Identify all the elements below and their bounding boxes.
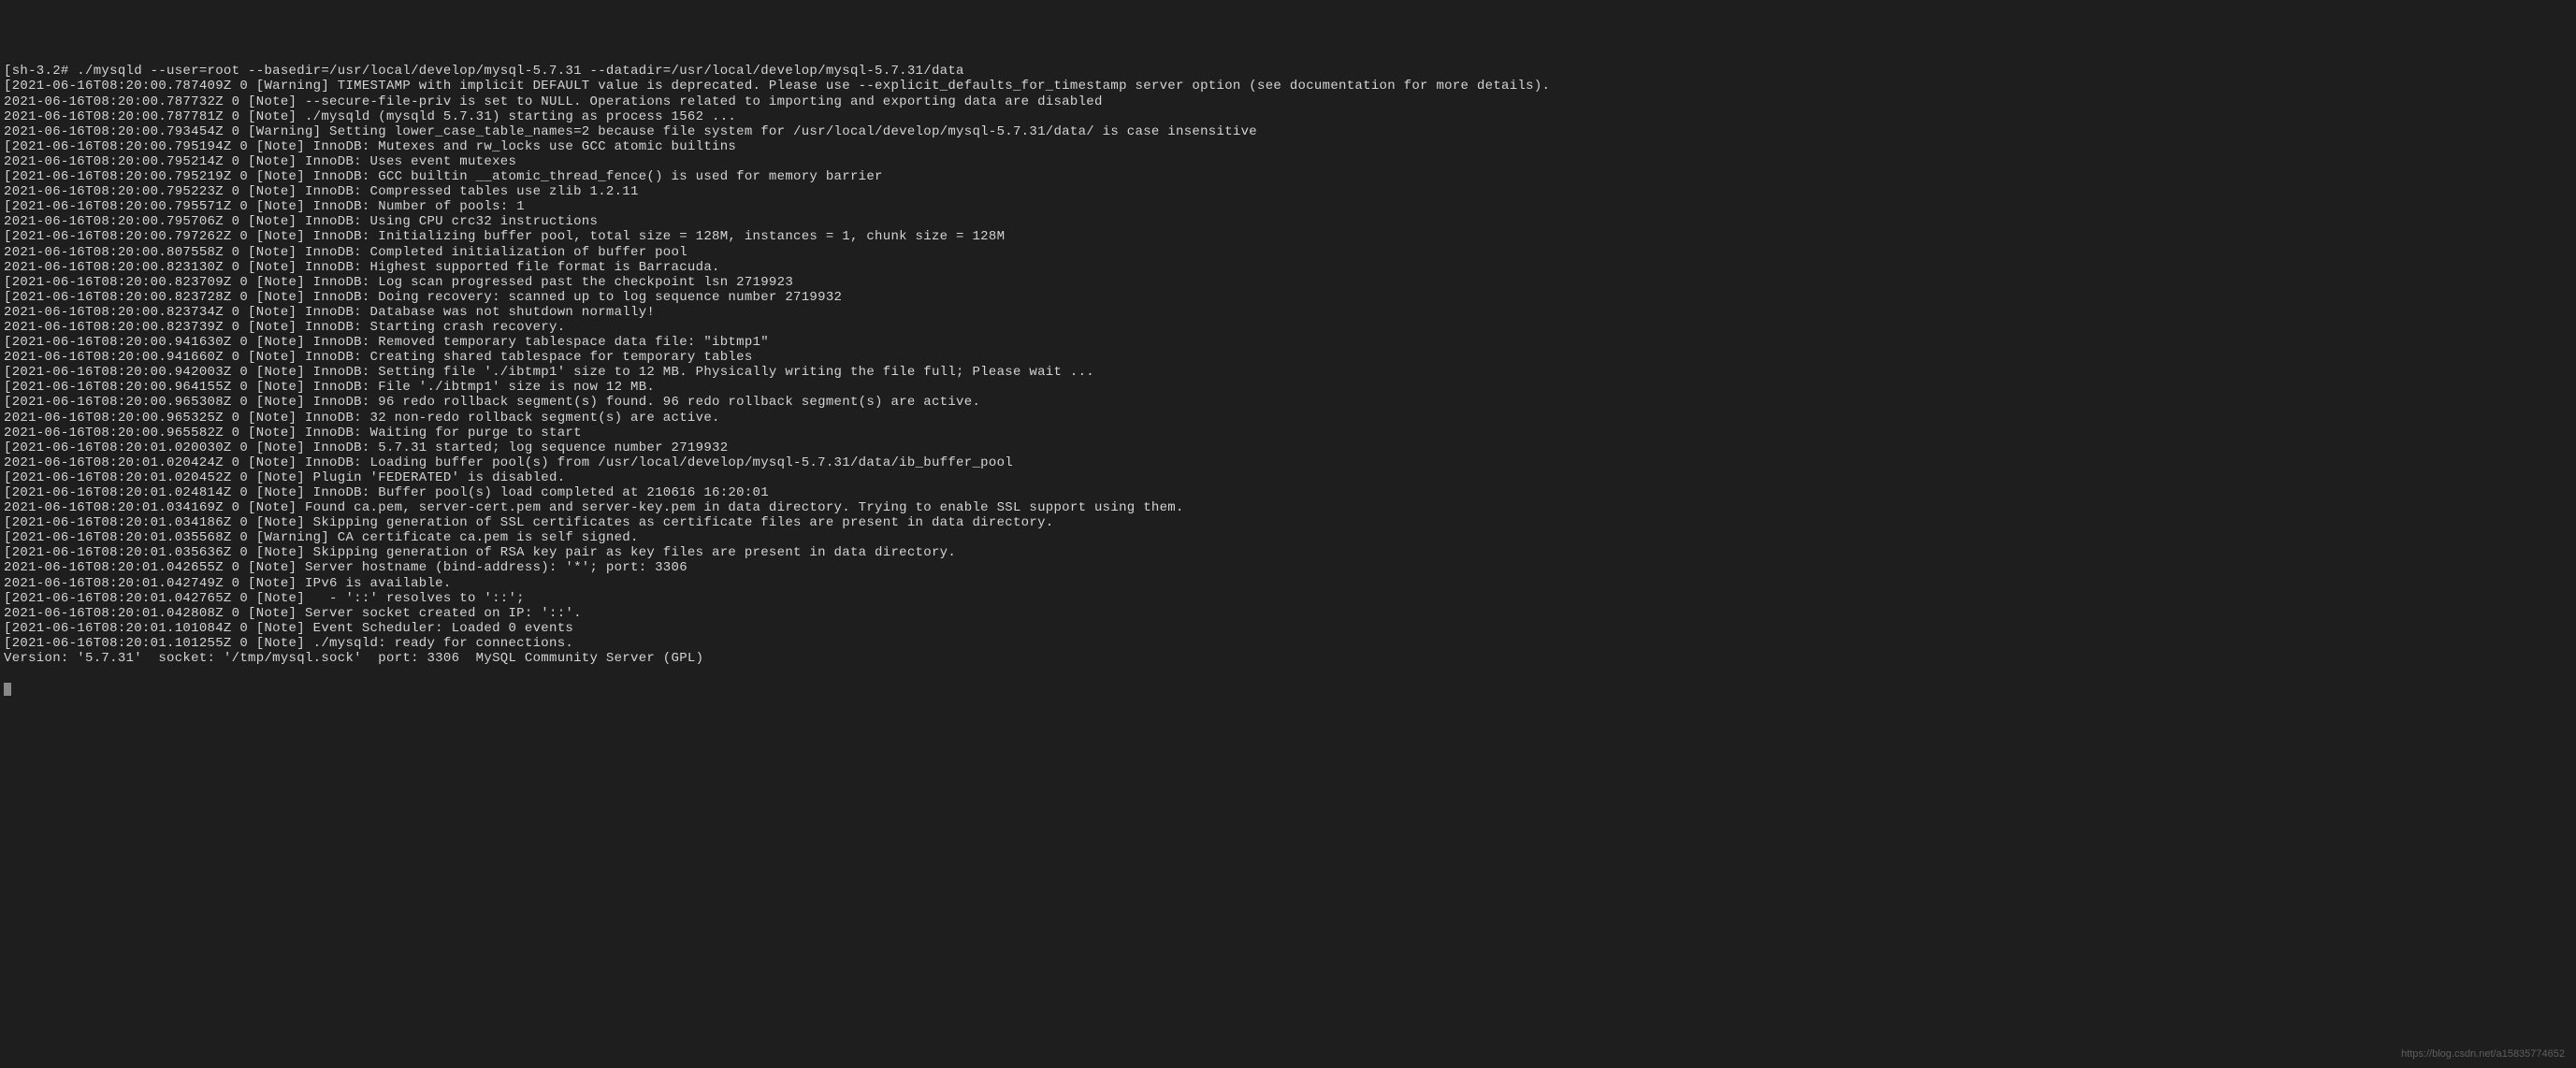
terminal-line: [2021-06-16T08:20:00.823728Z 0 [Note] In… (4, 290, 2572, 305)
terminal-line: [2021-06-16T08:20:00.941630Z 0 [Note] In… (4, 335, 2572, 350)
terminal-line: 2021-06-16T08:20:00.795706Z 0 [Note] Inn… (4, 214, 2572, 229)
terminal-line: [2021-06-16T08:20:01.020030Z 0 [Note] In… (4, 440, 2572, 455)
terminal-line: 2021-06-16T08:20:00.941660Z 0 [Note] Inn… (4, 350, 2572, 365)
terminal-line: 2021-06-16T08:20:00.787781Z 0 [Note] ./m… (4, 109, 2572, 124)
terminal-line: [2021-06-16T08:20:01.035636Z 0 [Note] Sk… (4, 545, 2572, 560)
terminal-line: 2021-06-16T08:20:00.807558Z 0 [Note] Inn… (4, 245, 2572, 260)
terminal-line: 2021-06-16T08:20:00.795214Z 0 [Note] Inn… (4, 154, 2572, 169)
terminal-line: 2021-06-16T08:20:01.042808Z 0 [Note] Ser… (4, 606, 2572, 621)
terminal-line: [2021-06-16T08:20:01.024814Z 0 [Note] In… (4, 485, 2572, 500)
terminal-line: 2021-06-16T08:20:00.823130Z 0 [Note] Inn… (4, 260, 2572, 275)
terminal-output[interactable]: [sh-3.2# ./mysqld --user=root --basedir=… (4, 64, 2572, 666)
watermark-text: https://blog.csdn.net/a15835774652 (2401, 1048, 2565, 1061)
terminal-line: 2021-06-16T08:20:01.034169Z 0 [Note] Fou… (4, 500, 2572, 515)
terminal-line: [2021-06-16T08:20:01.042765Z 0 [Note] - … (4, 591, 2572, 606)
terminal-line: [2021-06-16T08:20:00.795571Z 0 [Note] In… (4, 199, 2572, 214)
terminal-line: [2021-06-16T08:20:01.101255Z 0 [Note] ./… (4, 636, 2572, 651)
terminal-line: [2021-06-16T08:20:00.795219Z 0 [Note] In… (4, 169, 2572, 184)
terminal-line: 2021-06-16T08:20:00.965325Z 0 [Note] Inn… (4, 411, 2572, 426)
terminal-line: [2021-06-16T08:20:00.942003Z 0 [Note] In… (4, 365, 2572, 380)
terminal-line: 2021-06-16T08:20:00.793454Z 0 [Warning] … (4, 124, 2572, 139)
terminal-line: 2021-06-16T08:20:01.020424Z 0 [Note] Inn… (4, 455, 2572, 470)
terminal-line: 2021-06-16T08:20:01.042655Z 0 [Note] Ser… (4, 560, 2572, 575)
terminal-line: Version: '5.7.31' socket: '/tmp/mysql.so… (4, 651, 2572, 666)
terminal-line: 2021-06-16T08:20:01.042749Z 0 [Note] IPv… (4, 576, 2572, 591)
terminal-line: [2021-06-16T08:20:00.797262Z 0 [Note] In… (4, 229, 2572, 244)
terminal-line: [2021-06-16T08:20:00.795194Z 0 [Note] In… (4, 139, 2572, 154)
terminal-line: 2021-06-16T08:20:00.965582Z 0 [Note] Inn… (4, 426, 2572, 440)
terminal-line: [2021-06-16T08:20:00.823709Z 0 [Note] In… (4, 275, 2572, 290)
terminal-line: [2021-06-16T08:20:01.034186Z 0 [Note] Sk… (4, 515, 2572, 530)
terminal-line: [2021-06-16T08:20:00.964155Z 0 [Note] In… (4, 380, 2572, 395)
terminal-line: 2021-06-16T08:20:00.823739Z 0 [Note] Inn… (4, 320, 2572, 335)
terminal-line: [2021-06-16T08:20:00.787409Z 0 [Warning]… (4, 79, 2572, 94)
terminal-cursor (4, 683, 11, 696)
terminal-line: [2021-06-16T08:20:01.035568Z 0 [Warning]… (4, 530, 2572, 545)
terminal-line: 2021-06-16T08:20:00.787732Z 0 [Note] --s… (4, 94, 2572, 109)
terminal-line: [sh-3.2# ./mysqld --user=root --basedir=… (4, 64, 2572, 79)
terminal-line: [2021-06-16T08:20:00.965308Z 0 [Note] In… (4, 395, 2572, 410)
terminal-line: 2021-06-16T08:20:00.795223Z 0 [Note] Inn… (4, 184, 2572, 199)
terminal-line: 2021-06-16T08:20:00.823734Z 0 [Note] Inn… (4, 305, 2572, 320)
terminal-line: [2021-06-16T08:20:01.020452Z 0 [Note] Pl… (4, 470, 2572, 485)
terminal-line: [2021-06-16T08:20:01.101084Z 0 [Note] Ev… (4, 621, 2572, 636)
